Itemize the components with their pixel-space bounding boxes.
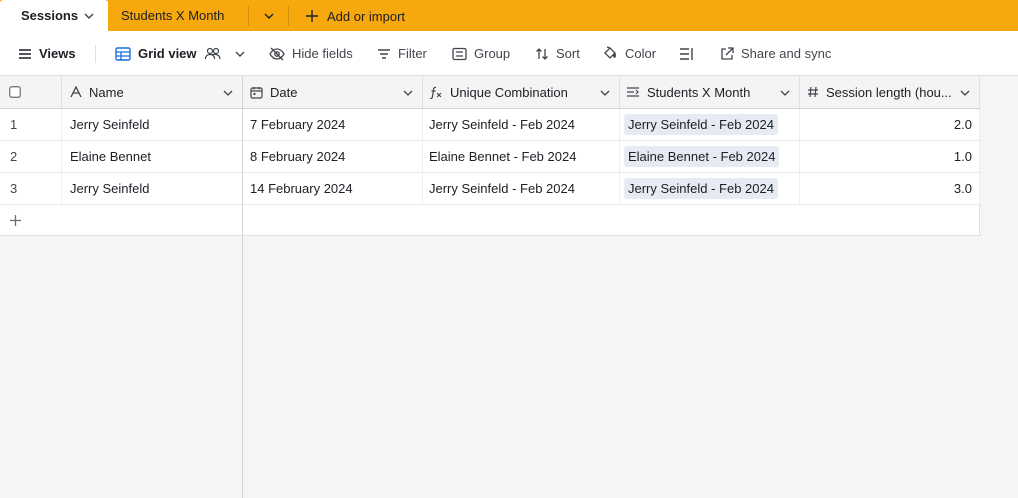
tab-students-x-month[interactable]: Students X Month bbox=[108, 0, 248, 31]
view-toolbar: Views Grid view Hide fields Filter Group… bbox=[0, 31, 1018, 76]
tab-students-x-month-label: Students X Month bbox=[121, 8, 225, 23]
row-height-button[interactable] bbox=[679, 31, 702, 76]
grid-view-label: Grid view bbox=[138, 46, 197, 61]
chevron-down-icon[interactable] bbox=[222, 87, 234, 99]
chevron-down-icon[interactable] bbox=[779, 87, 791, 99]
paint-bucket-icon bbox=[604, 46, 616, 59]
column-date-label: Date bbox=[270, 84, 298, 100]
plus-icon bbox=[306, 10, 318, 22]
grid-view-button[interactable]: Grid view bbox=[115, 31, 246, 76]
cell-name[interactable]: Jerry Seinfeld bbox=[62, 109, 243, 140]
column-header-students-x-month[interactable]: Students X Month bbox=[620, 76, 800, 108]
sort-label: Sort bbox=[556, 46, 580, 61]
share-icon bbox=[721, 46, 734, 60]
row-height-icon bbox=[680, 47, 693, 60]
column-students-x-month-label: Students X Month bbox=[647, 84, 751, 100]
data-grid: Name Date Unique Combination Students X … bbox=[0, 76, 1018, 498]
row-number: 3 bbox=[0, 173, 62, 204]
column-header-session-length[interactable]: Session length (hou... bbox=[800, 76, 980, 108]
linked-record-pill[interactable]: Jerry Seinfeld - Feb 2024 bbox=[624, 178, 778, 199]
plus-icon bbox=[10, 214, 21, 226]
linked-record-pill[interactable]: Elaine Bennet - Feb 2024 bbox=[624, 146, 780, 167]
cell-name[interactable]: Jerry Seinfeld bbox=[62, 173, 243, 204]
table-row[interactable]: 1 Jerry Seinfeld 7 February 2024 Jerry S… bbox=[0, 109, 980, 141]
tab-sessions-label: Sessions bbox=[21, 8, 79, 23]
add-record-row-fill[interactable] bbox=[243, 205, 980, 235]
column-header-name[interactable]: Name bbox=[62, 76, 243, 108]
formula-icon bbox=[430, 86, 442, 99]
add-or-import-label: Add or import bbox=[327, 8, 406, 24]
share-and-sync-button[interactable]: Share and sync bbox=[720, 31, 831, 76]
sort-icon bbox=[536, 47, 548, 60]
chevron-down-icon[interactable] bbox=[959, 87, 971, 99]
share-and-sync-label: Share and sync bbox=[741, 46, 832, 61]
column-header-unique-combination[interactable]: Unique Combination bbox=[423, 76, 620, 108]
sort-button[interactable]: Sort bbox=[535, 31, 580, 76]
views-label: Views bbox=[39, 46, 76, 61]
filter-button[interactable]: Filter bbox=[377, 31, 427, 76]
checkbox-icon[interactable] bbox=[9, 86, 21, 98]
calendar-icon bbox=[250, 86, 263, 99]
select-all-header bbox=[0, 76, 62, 108]
filter-icon bbox=[378, 48, 390, 59]
menu-icon bbox=[19, 48, 31, 59]
cell-session-length[interactable]: 1.0 bbox=[800, 141, 980, 172]
row-number: 2 bbox=[0, 141, 62, 172]
color-label: Color bbox=[625, 46, 657, 61]
group-icon bbox=[452, 47, 467, 60]
cell-students-x-month[interactable]: Jerry Seinfeld - Feb 2024 bbox=[620, 173, 800, 204]
grid-header: Name Date Unique Combination Students X … bbox=[0, 76, 980, 109]
toolbar-divider bbox=[95, 45, 96, 63]
cell-session-length[interactable]: 2.0 bbox=[800, 109, 980, 140]
filter-label: Filter bbox=[398, 46, 427, 61]
color-button[interactable]: Color bbox=[602, 31, 656, 76]
cell-date[interactable]: 7 February 2024 bbox=[243, 109, 423, 140]
views-button[interactable]: Views bbox=[18, 31, 76, 76]
text-field-icon bbox=[70, 86, 82, 98]
chevron-down-icon bbox=[235, 51, 245, 57]
column-name-label: Name bbox=[89, 84, 124, 100]
tab-sessions[interactable]: Sessions bbox=[0, 0, 108, 31]
cell-unique-combination[interactable]: Jerry Seinfeld - Feb 2024 bbox=[423, 173, 620, 204]
all-tables-dropdown[interactable] bbox=[248, 6, 288, 26]
add-record-row[interactable] bbox=[0, 205, 980, 236]
column-session-length-label: Session length (hou... bbox=[826, 84, 952, 100]
table-row[interactable]: 3 Jerry Seinfeld 14 February 2024 Jerry … bbox=[0, 173, 980, 205]
column-header-date[interactable]: Date bbox=[243, 76, 423, 108]
column-unique-combination-label: Unique Combination bbox=[450, 84, 568, 100]
table-row[interactable]: 2 Elaine Bennet 8 February 2024 Elaine B… bbox=[0, 141, 980, 173]
chevron-down-icon bbox=[264, 13, 273, 19]
cell-date[interactable]: 14 February 2024 bbox=[243, 173, 423, 204]
add-record-button[interactable] bbox=[0, 205, 243, 235]
group-button[interactable]: Group bbox=[452, 31, 510, 76]
grid-rows: 1 Jerry Seinfeld 7 February 2024 Jerry S… bbox=[0, 109, 980, 236]
linked-record-icon bbox=[627, 87, 639, 97]
cell-name[interactable]: Elaine Bennet bbox=[62, 141, 243, 172]
add-or-import-button[interactable]: Add or import bbox=[288, 6, 405, 26]
cell-unique-combination[interactable]: Elaine Bennet - Feb 2024 bbox=[423, 141, 620, 172]
cell-session-length[interactable]: 3.0 bbox=[800, 173, 980, 204]
hide-fields-button[interactable]: Hide fields bbox=[269, 31, 353, 76]
chevron-down-icon[interactable] bbox=[402, 87, 414, 99]
table-tab-bar: Sessions Students X Month Add or import bbox=[0, 0, 1018, 31]
cell-date[interactable]: 8 February 2024 bbox=[243, 141, 423, 172]
cell-students-x-month[interactable]: Jerry Seinfeld - Feb 2024 bbox=[620, 109, 800, 140]
collaborators-icon bbox=[204, 47, 221, 59]
group-label: Group bbox=[474, 46, 511, 61]
chevron-down-icon[interactable] bbox=[83, 10, 95, 22]
linked-record-pill[interactable]: Jerry Seinfeld - Feb 2024 bbox=[624, 114, 778, 135]
row-number: 1 bbox=[0, 109, 62, 140]
cell-students-x-month[interactable]: Elaine Bennet - Feb 2024 bbox=[620, 141, 800, 172]
grid-icon bbox=[115, 46, 131, 61]
eye-off-icon bbox=[269, 47, 285, 60]
hide-fields-label: Hide fields bbox=[292, 46, 353, 61]
chevron-down-icon[interactable] bbox=[599, 87, 611, 99]
cell-unique-combination[interactable]: Jerry Seinfeld - Feb 2024 bbox=[423, 109, 620, 140]
number-field-icon bbox=[808, 86, 818, 98]
